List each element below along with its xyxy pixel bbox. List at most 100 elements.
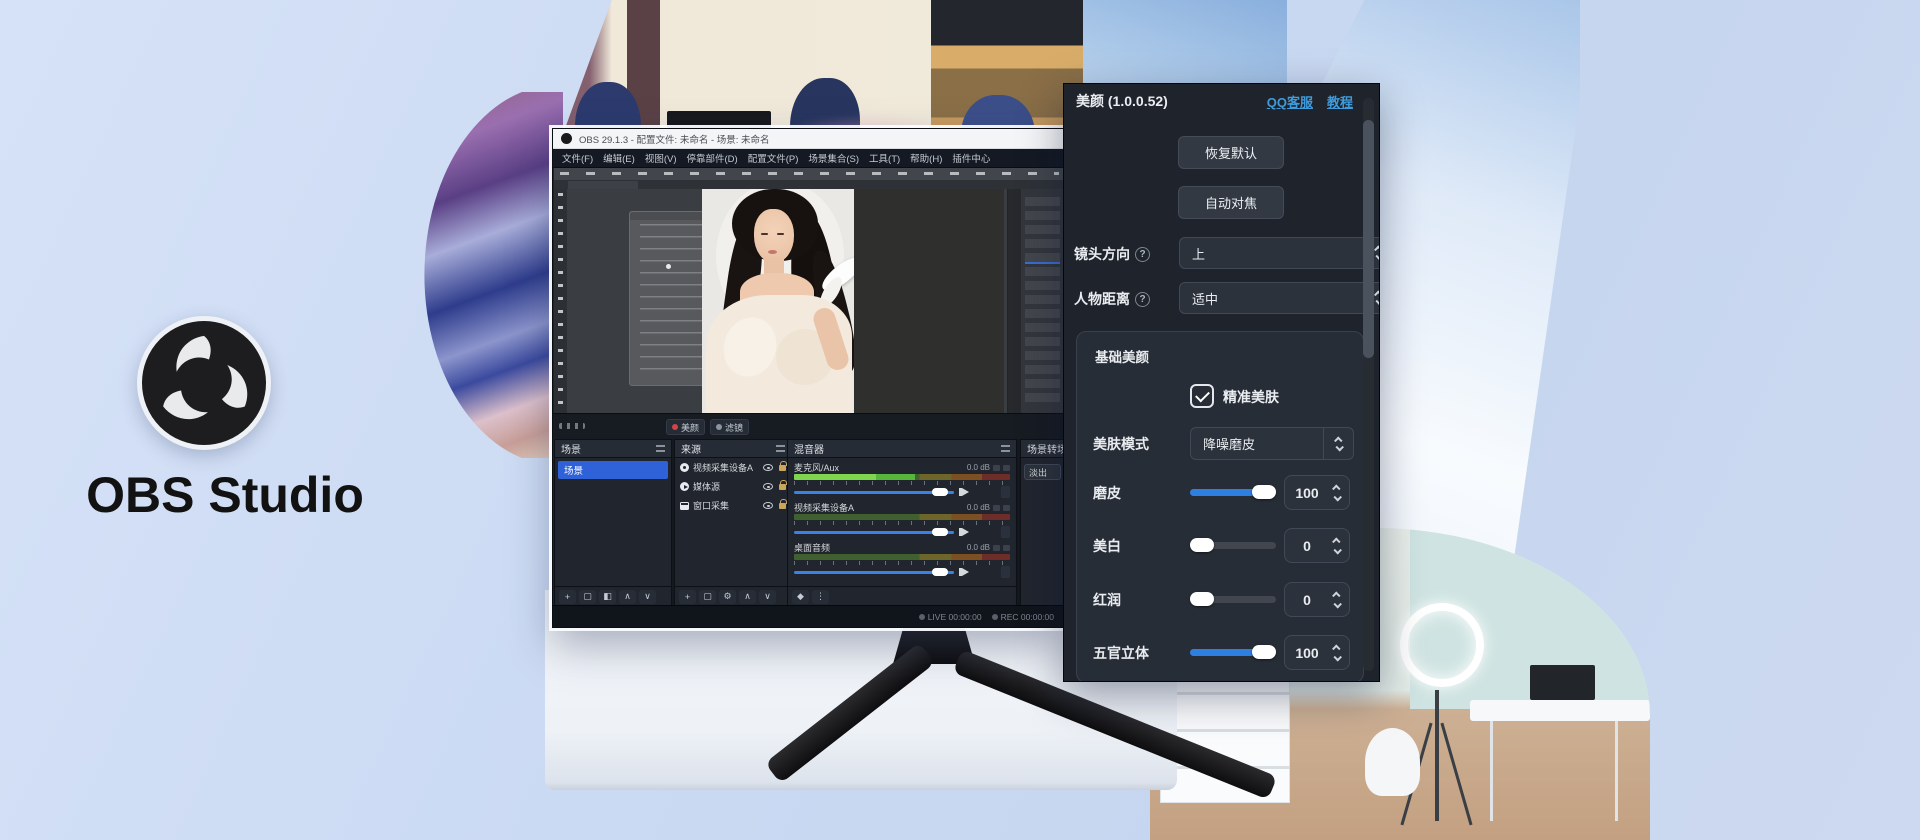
smoothing-slider[interactable] [1190, 489, 1276, 496]
scene-item-selected[interactable]: 场景 [558, 461, 668, 479]
menu-view[interactable]: 视图(V) [640, 151, 682, 165]
slider-handle[interactable] [1190, 592, 1214, 606]
chevron-up-icon [1374, 245, 1380, 253]
eye [777, 233, 784, 235]
camera-direction-select[interactable]: 上 [1179, 237, 1380, 269]
scrollbar-thumb[interactable] [1363, 120, 1374, 358]
restore-defaults-button[interactable]: 恢复默认 [1178, 136, 1284, 169]
speaker-icon[interactable] [962, 568, 969, 576]
volume-slider[interactable] [794, 526, 1010, 538]
menu-scene-collection[interactable]: 场景集合(S) [803, 151, 864, 165]
menu-help[interactable]: 帮助(H) [905, 151, 947, 165]
tutorial-link[interactable]: 教程 [1327, 92, 1353, 111]
slider-handle[interactable] [1252, 645, 1276, 659]
remove-scene-button[interactable]: ▢ [579, 590, 596, 604]
add-source-button[interactable]: + [679, 590, 696, 604]
add-scene-button[interactable]: + [559, 590, 576, 604]
source-row[interactable]: 视频采集设备A [675, 458, 791, 477]
dock-menu-icon[interactable] [776, 445, 785, 452]
visibility-icon[interactable] [763, 464, 773, 471]
caret-down-icon[interactable] [1333, 546, 1341, 554]
dock-menu-icon[interactable] [656, 445, 665, 452]
lock-icon[interactable] [779, 503, 786, 509]
person-distance-select[interactable]: 适中 [1179, 282, 1380, 314]
channel-more-button[interactable] [1001, 486, 1010, 498]
menu-docks[interactable]: 停靠部件(D) [681, 151, 742, 165]
menu-tools[interactable]: 工具(T) [864, 151, 905, 165]
menu-edit[interactable]: 编辑(E) [598, 151, 640, 165]
channel-more-button[interactable] [1001, 566, 1010, 578]
caret-down-icon[interactable] [1333, 653, 1341, 661]
channel-settings-icon[interactable] [993, 545, 1000, 551]
mixer-pen-button[interactable]: ◆ [792, 590, 809, 604]
panel-scrollbar[interactable] [1363, 98, 1374, 671]
channel-settings-icon[interactable] [993, 465, 1000, 471]
visibility-icon[interactable] [763, 502, 773, 509]
lock-icon[interactable] [779, 484, 786, 490]
source-down-button[interactable]: ∨ [759, 590, 776, 604]
rosy-slider[interactable] [1190, 596, 1276, 603]
channel-settings-icon[interactable] [1003, 545, 1010, 551]
transitions-dock-title: 场景转场 [1027, 441, 1064, 456]
tab-beauty[interactable]: 美颜 [666, 419, 705, 435]
caret-down-icon[interactable] [1333, 493, 1341, 501]
transitions-dock-header[interactable]: 场景转场 [1021, 440, 1064, 458]
help-icon[interactable]: ? [1135, 247, 1150, 262]
abstract-purple-shape [423, 92, 563, 458]
skin-mode-select[interactable]: 降噪磨皮 [1190, 427, 1354, 460]
source-row[interactable]: 窗口采集 [675, 496, 791, 515]
speaker-icon[interactable] [962, 488, 969, 496]
smoothing-spinbox[interactable]: 100 [1284, 475, 1350, 510]
qq-support-link[interactable]: QQ客服 [1267, 92, 1313, 111]
menu-file[interactable]: 文件(F) [557, 151, 598, 165]
tripod-leg [1440, 723, 1472, 826]
precise-skin-checkbox[interactable] [1190, 384, 1214, 408]
source-up-button[interactable]: ∧ [739, 590, 756, 604]
slider-handle[interactable] [1190, 538, 1214, 552]
channel-name: 桌面音频 [794, 541, 830, 554]
scenes-dock-header[interactable]: 场景 [555, 440, 671, 458]
lock-icon[interactable] [779, 465, 786, 471]
scene-down-button[interactable]: ∨ [639, 590, 656, 604]
obs-title-bar[interactable]: OBS 29.1.3 - 配置文件: 未命名 - 场景: 未命名 [553, 129, 1064, 149]
menu-plugin-center[interactable]: 插件中心 [947, 151, 995, 165]
scene-up-button[interactable]: ∧ [619, 590, 636, 604]
channel-more-button[interactable] [1001, 526, 1010, 538]
channel-settings-icon[interactable] [1003, 505, 1010, 511]
mixer-dock-header[interactable]: 混音器 [788, 440, 1016, 458]
source-row[interactable]: 媒体源 [675, 477, 791, 496]
transition-select[interactable]: 淡出 [1024, 464, 1061, 480]
caret-up-icon[interactable] [1332, 537, 1340, 545]
rosy-spinbox[interactable]: 0 [1284, 582, 1350, 617]
caret-up-icon[interactable] [1332, 644, 1340, 652]
sources-dock-header[interactable]: 来源 [675, 440, 791, 458]
volume-slider[interactable] [794, 566, 1010, 578]
volume-handle[interactable] [932, 488, 948, 496]
slider-handle[interactable] [1252, 485, 1276, 499]
volume-handle[interactable] [932, 528, 948, 536]
speaker-icon[interactable] [962, 528, 969, 536]
select-spinner[interactable] [1323, 428, 1353, 459]
volume-slider[interactable] [794, 486, 1010, 498]
visibility-icon[interactable] [763, 483, 773, 490]
face-3d-spinbox[interactable]: 100 [1284, 635, 1350, 670]
scene-filters-button[interactable]: ◧ [599, 590, 616, 604]
caret-down-icon[interactable] [1333, 600, 1341, 608]
dock-menu-icon[interactable] [1001, 445, 1010, 452]
auto-focus-button[interactable]: 自动对焦 [1178, 186, 1284, 219]
menu-profile[interactable]: 配置文件(P) [743, 151, 804, 165]
face-3d-slider[interactable] [1190, 649, 1276, 656]
caret-up-icon[interactable] [1332, 484, 1340, 492]
mixer-more-button[interactable]: ⋮ [812, 590, 829, 604]
whitening-spinbox[interactable]: 0 [1284, 528, 1350, 563]
source-properties-button[interactable]: ⚙ [719, 590, 736, 604]
channel-settings-icon[interactable] [993, 505, 1000, 511]
caret-up-icon[interactable] [1332, 591, 1340, 599]
remove-source-button[interactable]: ▢ [699, 590, 716, 604]
help-icon[interactable]: ? [1135, 292, 1150, 307]
whitening-slider[interactable] [1190, 542, 1276, 549]
channel-settings-icon[interactable] [1003, 465, 1010, 471]
volume-handle[interactable] [932, 568, 948, 576]
obs-preview[interactable] [554, 168, 1065, 413]
tab-filter[interactable]: 滤镜 [710, 419, 749, 435]
